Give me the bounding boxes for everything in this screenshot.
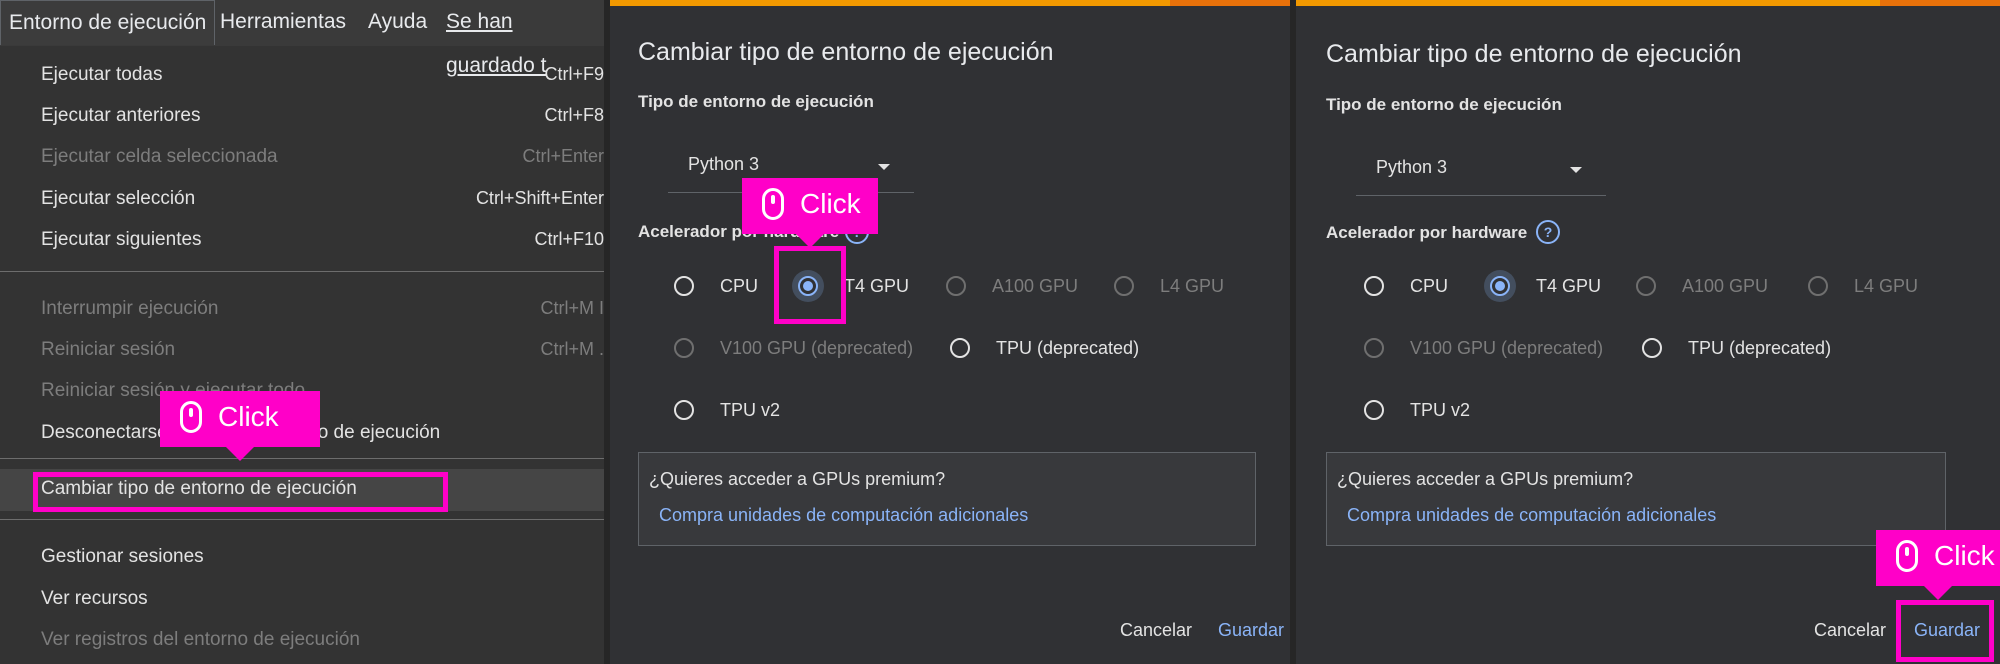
menu-tools[interactable]: Herramientas xyxy=(212,0,354,44)
radio-label: T4 GPU xyxy=(1536,276,1602,296)
radio-button xyxy=(674,338,694,358)
menu-item-label: Ejecutar celda seleccionada xyxy=(41,146,278,167)
dialog-top-strip-end xyxy=(1170,0,1290,6)
buy-compute-units-link[interactable]: Compra unidades de computación adicional… xyxy=(1347,505,1716,526)
menu-item-label: Ver recursos xyxy=(41,588,148,609)
menu-item-shortcut: Ctrl+Shift+Enter xyxy=(475,188,604,208)
help-icon[interactable]: ? xyxy=(1536,220,1560,244)
highlight-box xyxy=(1896,600,1994,662)
radio-label: CPU xyxy=(1410,276,1449,296)
radio-label: A100 GPU xyxy=(992,276,1079,296)
menu-help[interactable]: Ayuda xyxy=(360,0,435,44)
runtime-type-label: Tipo de entorno de ejecución xyxy=(1326,95,1562,114)
saved-status-link[interactable]: Se han guardado t xyxy=(438,0,610,77)
menu-item-view-logs: Ver registros del entorno de ejecución xyxy=(0,621,610,661)
dialog-top-strip-end xyxy=(1880,0,2000,6)
radio-button[interactable] xyxy=(1364,400,1384,420)
highlight-box xyxy=(33,472,448,512)
radio-label: V100 GPU (deprecated) xyxy=(1410,338,1604,358)
cancel-button[interactable]: Cancelar xyxy=(1120,620,1192,641)
menu-item-restart: Reiniciar sesión Ctrl+M . xyxy=(0,331,610,371)
radio-button xyxy=(1364,338,1384,358)
menu-item-shortcut: Ctrl+F10 xyxy=(534,229,604,249)
highlight-box xyxy=(774,246,846,324)
dialog-title: Cambiar tipo de entorno de ejecución xyxy=(1326,40,1742,68)
menu-divider xyxy=(0,519,610,520)
mouse-icon xyxy=(180,401,202,433)
dialog-panel-save: Cambiar tipo de entorno de ejecución Tip… xyxy=(1296,0,2000,664)
radio-button xyxy=(946,276,966,296)
menu-item-label: Gestionar sesiones xyxy=(41,546,204,567)
menu-item-label: Ejecutar siguientes xyxy=(41,229,202,250)
click-callout: Click xyxy=(1876,530,2000,600)
menu-item-run-selection[interactable]: Ejecutar selección Ctrl+Shift+Enter xyxy=(0,180,610,220)
menu-item-manage-sessions[interactable]: Gestionar sesiones xyxy=(0,538,610,578)
premium-gpu-box: ¿Quieres acceder a GPUs premium? Compra … xyxy=(1326,452,1946,546)
radio-label: L4 GPU xyxy=(1854,276,1919,296)
menu-item-run-selected-cell: Ejecutar celda seleccionada Ctrl+Enter xyxy=(0,138,610,178)
menu-item-interrupt: Interrumpir ejecución Ctrl+M I xyxy=(0,290,610,330)
runtime-type-value: Python 3 xyxy=(1376,157,1448,177)
menu-item-label: Ver registros del entorno de ejecución xyxy=(41,629,360,650)
menu-item-label: Ejecutar anteriores xyxy=(41,105,201,126)
save-button[interactable]: Guardar xyxy=(1218,620,1284,641)
chevron-down-icon xyxy=(878,164,890,170)
menu-item-shortcut: Ctrl+F9 xyxy=(544,64,604,84)
dialog-title: Cambiar tipo de entorno de ejecución xyxy=(638,38,1054,66)
menu-item-label: Reiniciar sesión xyxy=(41,339,176,360)
menu-item-label: Ejecutar selección xyxy=(41,188,196,209)
radio-label: TPU (deprecated) xyxy=(1688,338,1832,358)
dialog-panel-select: Cambiar tipo de entorno de ejecución Tip… xyxy=(610,0,1290,664)
runtime-type-label: Tipo de entorno de ejecución xyxy=(638,92,874,111)
radio-label: CPU xyxy=(720,276,759,296)
runtime-type-value: Python 3 xyxy=(688,154,760,174)
menu-item-label: Ejecutar todas xyxy=(41,64,163,85)
radio-label: TPU v2 xyxy=(1410,400,1471,420)
menu-item-run-before[interactable]: Ejecutar anteriores Ctrl+F8 xyxy=(0,97,610,137)
radio-button xyxy=(1114,276,1134,296)
menu-item-shortcut: Ctrl+M I xyxy=(540,298,604,318)
click-label: Click xyxy=(218,401,279,432)
click-callout: Click xyxy=(160,391,320,461)
radio-label: T4 GPU xyxy=(844,276,910,296)
menu-divider xyxy=(0,271,610,272)
menu-bar: Entorno de ejecución Herramientas Ayuda … xyxy=(0,0,610,77)
mouse-icon xyxy=(762,188,784,220)
radio-button xyxy=(1808,276,1828,296)
chevron-down-icon xyxy=(1570,167,1582,173)
menu-item-shortcut: Ctrl+M . xyxy=(540,339,604,359)
click-callout: Click xyxy=(742,178,878,248)
radio-button[interactable] xyxy=(950,338,970,358)
radio-label: L4 GPU xyxy=(1160,276,1225,296)
radio-button-selected[interactable] xyxy=(1490,276,1510,296)
accelerator-label: Acelerador por hardware xyxy=(1326,223,1528,242)
menu-item-label: Interrumpir ejecución xyxy=(41,298,219,319)
radio-label: A100 GPU xyxy=(1682,276,1769,296)
click-label: Click xyxy=(800,188,861,219)
cancel-button[interactable]: Cancelar xyxy=(1814,620,1886,641)
radio-button[interactable] xyxy=(1364,276,1384,296)
radio-label: TPU v2 xyxy=(720,400,781,420)
menu-item-shortcut: Ctrl+Enter xyxy=(522,146,604,166)
menu-item-shortcut: Ctrl+F8 xyxy=(544,105,604,125)
menu-divider xyxy=(0,458,610,459)
radio-label: TPU (deprecated) xyxy=(996,338,1140,358)
mouse-icon xyxy=(1896,540,1918,572)
radio-button xyxy=(1636,276,1656,296)
menu-item-run-all[interactable]: Ejecutar todas Ctrl+F9 xyxy=(0,56,610,96)
runtime-type-select[interactable]: Python 3 xyxy=(1356,143,1606,196)
runtime-menu-panel: Entorno de ejecución Herramientas Ayuda … xyxy=(0,0,610,664)
radio-button[interactable] xyxy=(1642,338,1662,358)
buy-compute-units-link[interactable]: Compra unidades de computación adicional… xyxy=(659,505,1028,526)
menu-item-run-after[interactable]: Ejecutar siguientes Ctrl+F10 xyxy=(0,221,610,261)
premium-question: ¿Quieres acceder a GPUs premium? xyxy=(1337,469,1634,489)
premium-gpu-box: ¿Quieres acceder a GPUs premium? Compra … xyxy=(638,452,1256,546)
menu-item-view-resources[interactable]: Ver recursos xyxy=(0,580,610,620)
radio-button[interactable] xyxy=(674,400,694,420)
click-label: Click xyxy=(1934,540,1995,571)
menu-runtime[interactable]: Entorno de ejecución xyxy=(0,0,216,45)
premium-question: ¿Quieres acceder a GPUs premium? xyxy=(649,469,946,489)
radio-label: V100 GPU (deprecated) xyxy=(720,338,914,358)
radio-button[interactable] xyxy=(674,276,694,296)
